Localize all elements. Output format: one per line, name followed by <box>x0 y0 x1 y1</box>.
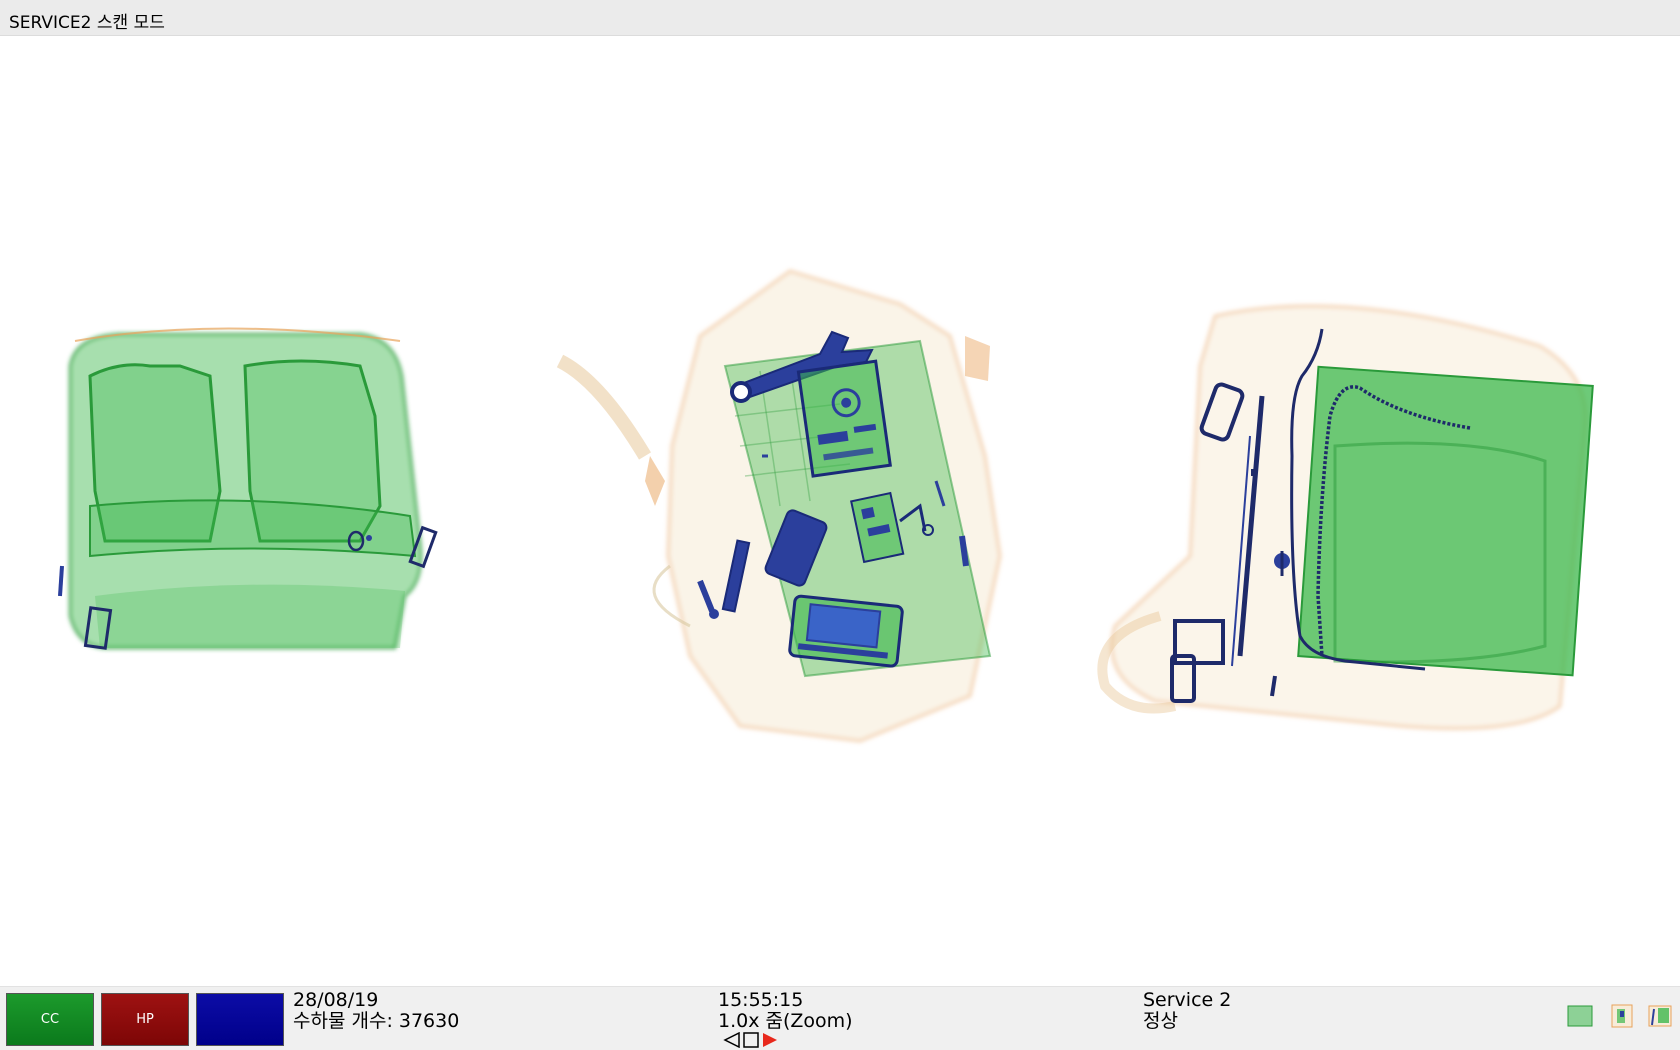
title-bar: SERVICE2 스캔 모드 <box>0 0 1680 36</box>
bag-3-laptop-backpack <box>1097 304 1594 730</box>
date-display: 28/08/19 <box>293 989 379 1011</box>
window-title: SERVICE2 스캔 모드 <box>9 13 165 33</box>
status-bar: CC HP 28/08/19 수하물 개수: 37630 15:55:15 1.… <box>0 986 1680 1050</box>
triangle-left-outline-icon[interactable] <box>723 1031 741 1050</box>
blue-mode-button[interactable] <box>196 993 284 1046</box>
state-display: 정상 <box>1143 1010 1178 1032</box>
thumbnail-2[interactable] <box>1608 1001 1636 1031</box>
xray-scan-view[interactable] <box>0 36 1680 986</box>
image-navigation <box>723 1031 783 1050</box>
bag-1-green-backpack <box>58 327 438 650</box>
hp-mode-button[interactable]: HP <box>101 993 189 1046</box>
bag-2-tools-backpack <box>556 269 1002 743</box>
cc-mode-button[interactable]: CC <box>6 993 94 1046</box>
xray-image <box>58 269 1594 743</box>
baggage-count: 수하물 개수: 37630 <box>293 1010 460 1032</box>
thumbnail-1[interactable] <box>1566 1001 1594 1031</box>
triangle-right-filled-icon[interactable] <box>761 1032 779 1050</box>
time-display: 15:55:15 <box>718 989 804 1011</box>
zoom-display: 1.0x 줌(Zoom) <box>718 1010 853 1032</box>
service-display: Service 2 <box>1143 989 1232 1011</box>
thumbnail-3[interactable] <box>1646 1001 1674 1031</box>
square-outline-icon[interactable] <box>743 1032 759 1050</box>
